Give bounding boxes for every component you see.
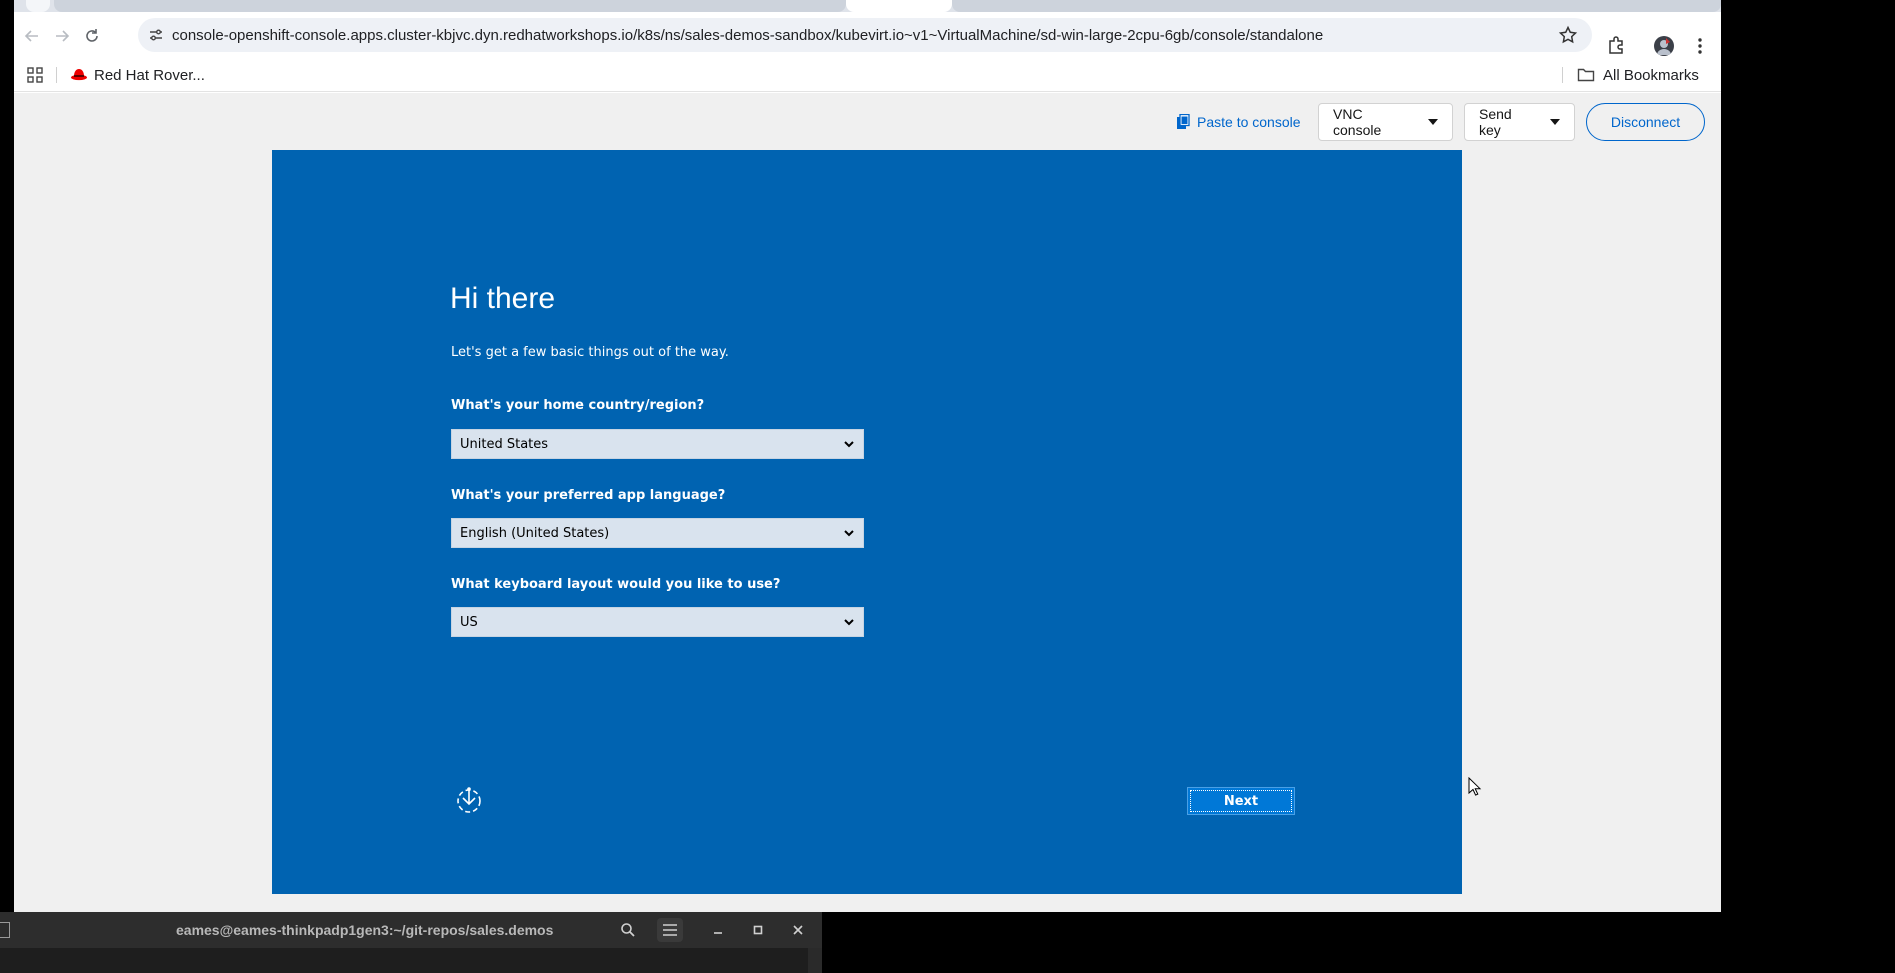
paste-to-console-button[interactable]: Paste to console (1176, 109, 1301, 135)
bookmarks-divider (1562, 67, 1563, 83)
ease-of-access-icon[interactable] (454, 785, 484, 815)
browser-tab[interactable] (952, 0, 1721, 12)
send-key-dropdown[interactable]: Send key (1464, 103, 1575, 141)
forward-icon[interactable] (50, 24, 74, 48)
chevron-down-icon (844, 619, 854, 626)
hamburger-menu-icon[interactable] (657, 918, 683, 942)
desktop-screen: console-openshift-console.apps.cluster-k… (0, 0, 1895, 973)
bookmark-item[interactable]: Red Hat Rover... (70, 64, 205, 86)
apps-grid-icon[interactable] (26, 66, 44, 84)
paste-label: Paste to console (1197, 114, 1301, 130)
bookmark-label: Red Hat Rover... (94, 66, 205, 84)
terminal-body[interactable] (0, 948, 808, 973)
close-icon[interactable] (785, 918, 811, 942)
next-button[interactable]: Next (1187, 787, 1295, 815)
language-value: English (United States) (460, 525, 610, 541)
minimize-icon[interactable] (705, 918, 731, 942)
country-question: What's your home country/region? (451, 398, 705, 413)
send-key-label: Send key (1479, 106, 1512, 138)
vnc-label: VNC console (1333, 106, 1382, 138)
setup-subtitle: Let's get a few basic things out of the … (451, 345, 729, 360)
site-info-icon[interactable] (148, 27, 164, 43)
setup-title: Hi there (450, 282, 556, 315)
back-icon[interactable] (20, 24, 44, 48)
maximize-icon[interactable] (745, 918, 771, 942)
bookmarks-bar: Red Hat Rover... All Bookmarks (14, 58, 1721, 92)
tab-strip (14, 0, 1721, 12)
browser-tab[interactable] (54, 0, 846, 12)
country-value: United States (460, 436, 549, 452)
chevron-down-icon (844, 530, 854, 537)
language-question: What's your preferred app language? (451, 488, 726, 503)
chevron-down-icon (844, 441, 854, 448)
caret-down-icon (1428, 119, 1438, 125)
url-text[interactable]: console-openshift-console.apps.cluster-k… (172, 27, 1323, 44)
search-icon[interactable] (615, 918, 641, 942)
keyboard-select[interactable]: US (451, 607, 864, 637)
star-icon[interactable] (1558, 25, 1578, 45)
keyboard-question: What keyboard layout would you like to u… (451, 577, 781, 592)
browser-tab-active[interactable] (846, 0, 952, 12)
country-select[interactable]: United States (451, 429, 864, 459)
extensions-icon[interactable] (1606, 35, 1626, 55)
all-bookmarks-label: All Bookmarks (1603, 66, 1699, 84)
clipboard-icon (1177, 114, 1190, 129)
browser-tab[interactable] (26, 0, 50, 12)
address-bar[interactable]: console-openshift-console.apps.cluster-k… (138, 18, 1592, 52)
vm-console-screen[interactable]: Hi there Let's get a few basic things ou… (272, 150, 1462, 894)
terminal-title: eames@eames-thinkpadp1gen3:~/git-repos/s… (176, 922, 554, 938)
new-tab-icon[interactable] (0, 922, 10, 938)
all-bookmarks-button[interactable]: All Bookmarks (1577, 64, 1699, 86)
language-select[interactable]: English (United States) (451, 518, 864, 548)
bookmarks-divider (56, 67, 57, 83)
caret-down-icon (1550, 119, 1560, 125)
menu-icon[interactable] (1694, 36, 1706, 56)
disconnect-button[interactable]: Disconnect (1586, 103, 1705, 141)
mouse-cursor-icon (1468, 777, 1482, 796)
terminal-titlebar[interactable]: eames@eames-thinkpadp1gen3:~/git-repos/s… (0, 912, 822, 948)
keyboard-value: US (460, 614, 478, 630)
browser-window: console-openshift-console.apps.cluster-k… (14, 0, 1721, 912)
profile-avatar[interactable] (1654, 36, 1674, 56)
vnc-console-dropdown[interactable]: VNC console (1318, 103, 1453, 141)
terminal-scrollbar[interactable] (808, 948, 822, 973)
reload-icon[interactable] (80, 24, 104, 48)
console-page: Paste to console VNC console Send key Di… (14, 93, 1721, 912)
red-hat-icon (71, 69, 87, 81)
folder-icon (1577, 68, 1595, 82)
browser-toolbar: console-openshift-console.apps.cluster-k… (14, 12, 1721, 58)
console-toolbar: Paste to console VNC console Send key Di… (14, 93, 1721, 149)
